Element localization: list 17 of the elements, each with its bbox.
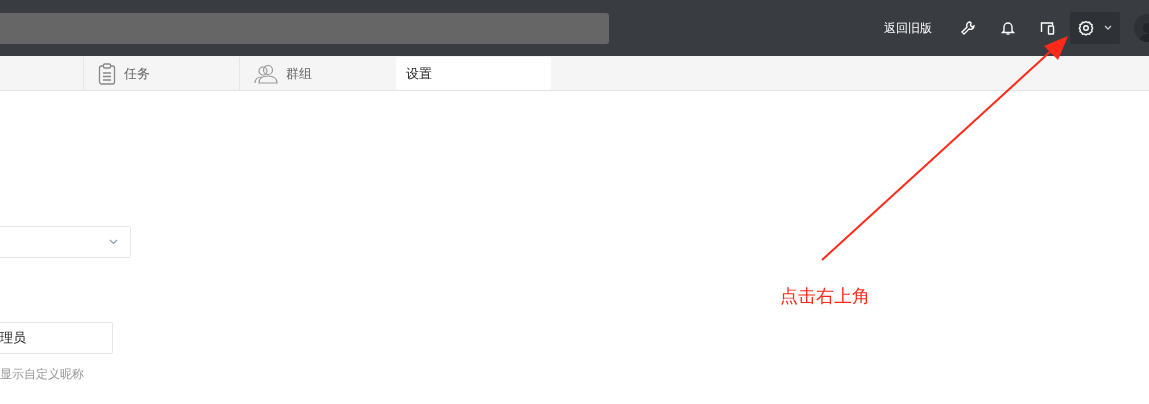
tab[interactable]: 任务: [83, 57, 239, 90]
settings-button[interactable]: [1070, 12, 1120, 44]
chevron-icon: [109, 239, 118, 245]
wrench-icon: [960, 20, 976, 36]
tab[interactable]: 群组: [239, 57, 395, 90]
devices-icon: [1040, 20, 1056, 36]
caret-icon: [1104, 25, 1112, 31]
old-version-link[interactable]: 返回旧版: [884, 19, 932, 37]
bell-icon: [1000, 20, 1016, 36]
tab[interactable]: 设置: [396, 57, 551, 90]
nickname-field[interactable]: 理员: [0, 322, 113, 354]
settings-icon: [1078, 20, 1094, 36]
hint-text: 显示自定义昵称: [0, 366, 85, 383]
clipboard-icon: [98, 62, 116, 85]
search-field[interactable]: [0, 12, 609, 44]
annotation-text: 点击右上角: [780, 284, 870, 308]
people-icon: [254, 63, 278, 84]
